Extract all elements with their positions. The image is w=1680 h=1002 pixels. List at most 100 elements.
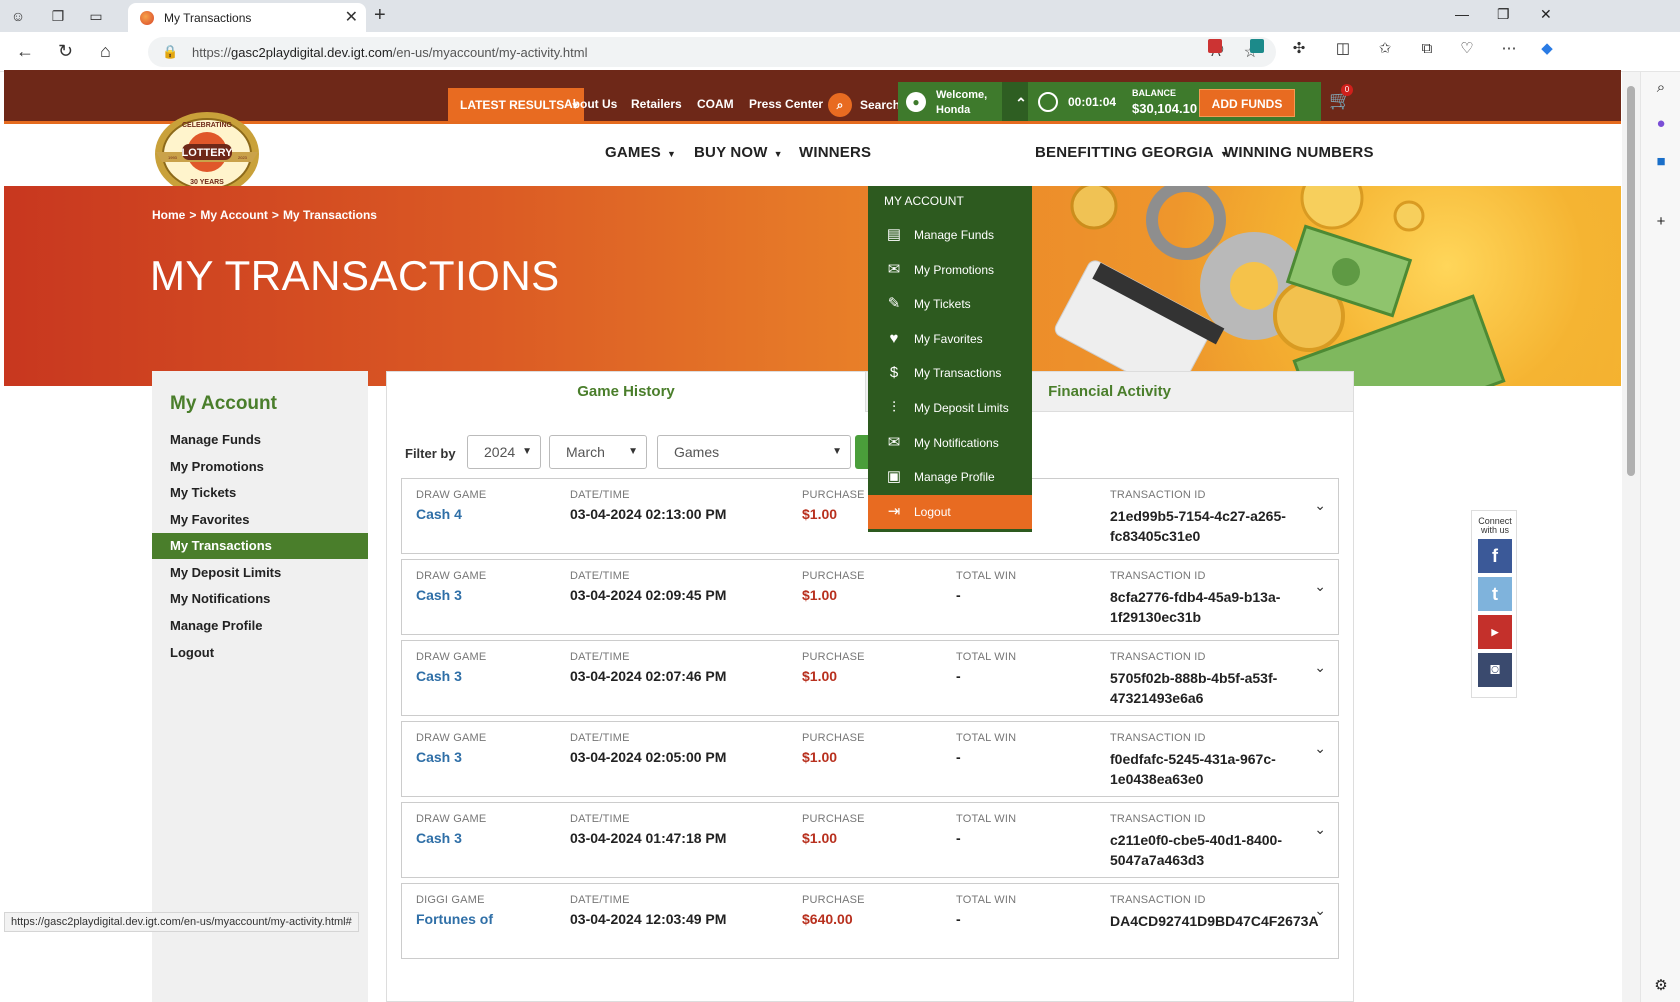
search-icon[interactable]: ⌕	[1651, 78, 1671, 98]
instagram-icon[interactable]: ◙	[1478, 653, 1512, 687]
chevron-down-icon[interactable]: ⌄	[1314, 578, 1326, 595]
sidebar-item-manage-funds[interactable]: Manage Funds	[152, 427, 368, 453]
new-tab-icon[interactable]: +	[374, 4, 386, 27]
extension-teal-icon[interactable]	[1246, 38, 1268, 60]
game-name-link[interactable]: Cash 4	[416, 506, 462, 522]
sidebar-item-my-notifications[interactable]: My Notifications	[152, 586, 368, 612]
date-label: DATE/TIME	[570, 813, 630, 825]
account-menu-header: MY ACCOUNT	[884, 194, 964, 208]
about-us-link[interactable]: About Us	[564, 97, 617, 111]
transaction-row[interactable]: DRAW GAME Cash 3 DATE/TIME 03-04-2024 02:09…	[401, 559, 1339, 635]
back-arrow-icon[interactable]: ←	[16, 41, 34, 62]
cart-icon[interactable]: 🛒 0	[1329, 84, 1353, 111]
coam-link[interactable]: COAM	[697, 97, 734, 111]
chevron-down-icon[interactable]: ⌄	[1314, 740, 1326, 757]
tab-actions-icon[interactable]: ▭	[86, 6, 106, 26]
outlook-icon[interactable]: ■	[1651, 152, 1671, 172]
browser-tab-active[interactable]: My Transactions ✕	[128, 3, 366, 32]
minimize-icon[interactable]: —	[1455, 6, 1469, 22]
workspaces-icon[interactable]: ❐	[48, 6, 68, 26]
caret-down-icon: ▼	[667, 149, 677, 159]
account-menu-item-my-tickets[interactable]: ✎ My Tickets	[868, 287, 1032, 321]
page-scrollbar[interactable]	[1622, 72, 1640, 1002]
split-screen-icon[interactable]: ◫	[1332, 38, 1354, 60]
nav-benefitting-georgia[interactable]: BENEFITTING GEORGIA ▼	[1035, 144, 1229, 161]
extension-red-icon[interactable]	[1204, 38, 1226, 60]
account-menu-item-manage-profile[interactable]: ▣ Manage Profile	[868, 460, 1032, 494]
game-name-link[interactable]: Cash 3	[416, 668, 462, 684]
account-menu-item-my-notifications[interactable]: ✉ My Notifications	[868, 426, 1032, 460]
nav-winners[interactable]: WINNERS	[799, 144, 871, 161]
chevron-down-icon[interactable]: ⌄	[1314, 821, 1326, 838]
money-gears-illustration	[1054, 186, 1506, 386]
more-menu-icon[interactable]: ⋯	[1498, 38, 1520, 60]
svg-text:30 YEARS: 30 YEARS	[190, 179, 224, 186]
sidebar-item-my-promotions[interactable]: My Promotions	[152, 454, 368, 480]
facebook-icon[interactable]: f	[1478, 539, 1512, 573]
sidebar-item-my-favorites[interactable]: My Favorites	[152, 507, 368, 533]
game-name-link[interactable]: Fortunes of	[416, 911, 493, 927]
nav-winning-numbers[interactable]: WINNING NUMBERS	[1224, 144, 1374, 161]
transaction-row[interactable]: DRAW GAME Cash 3 DATE/TIME 03-04-2024 02:05…	[401, 721, 1339, 797]
refresh-icon[interactable]: ↻	[58, 41, 73, 62]
search-button[interactable]: ⌕ Search	[828, 90, 900, 120]
georgia-lottery-logo[interactable]: LOTTERY CELEBRATING 30 YEARS 1993 2023	[154, 110, 260, 198]
total-win-value: -	[956, 668, 961, 684]
account-menu-item-logout[interactable]: ⇥ Logout	[868, 494, 1032, 529]
envelope-icon: ✉	[887, 433, 901, 451]
lottery-site: LATEST RESULTS ▼ About Us Retailers COAM …	[4, 70, 1621, 1002]
breadcrumb-my-account[interactable]: My Account	[200, 208, 268, 222]
restore-icon[interactable]: ❐	[1497, 6, 1510, 23]
collections-icon[interactable]: ⧉	[1416, 38, 1438, 60]
chevron-down-icon[interactable]: ⌄	[1314, 659, 1326, 676]
chevron-down-icon[interactable]: ⌄	[1314, 497, 1326, 514]
settings-gear-icon[interactable]: ⚙	[1651, 976, 1671, 996]
game-name-link[interactable]: Cash 3	[416, 830, 462, 846]
account-menu-item-my-promotions[interactable]: ✉ My Promotions	[868, 253, 1032, 287]
close-window-icon[interactable]: ✕	[1540, 6, 1552, 23]
copilot-icon[interactable]: ◆	[1536, 38, 1558, 60]
sidebar-item-my-deposit-limits[interactable]: My Deposit Limits	[152, 560, 368, 586]
copilot-sidebar-icon[interactable]: ●	[1651, 114, 1671, 134]
sidebar-item-my-tickets[interactable]: My Tickets	[152, 480, 368, 506]
welcome-account-toggle[interactable]: ● Welcome, Honda ⌃	[898, 82, 1040, 124]
transaction-row[interactable]: DRAW GAME Cash 3 DATE/TIME 03-04-2024 02:07…	[401, 640, 1339, 716]
breadcrumb-home[interactable]: Home	[152, 208, 185, 222]
lock-icon[interactable]: 🔒	[162, 44, 178, 60]
chevron-down-icon[interactable]: ⌄	[1314, 902, 1326, 919]
transaction-id: 8cfa2776-fdb4-45a9-b13a-1f29130ec31b	[1110, 589, 1281, 625]
home-icon[interactable]: ⌂	[100, 41, 111, 62]
youtube-icon[interactable]: ▶	[1478, 615, 1512, 649]
year-select[interactable]: 2024 ▼	[467, 435, 541, 469]
sidebar-item-manage-profile[interactable]: Manage Profile	[152, 613, 368, 639]
close-tab-icon[interactable]: ✕	[345, 7, 358, 27]
nav-buy-now[interactable]: BUY NOW ▼	[694, 144, 783, 161]
game-type-select[interactable]: Games ▼	[657, 435, 851, 469]
tab-game-history[interactable]: Game History	[387, 372, 865, 412]
account-menu-item-my-favorites[interactable]: ♥ My Favorites	[868, 322, 1032, 356]
add-funds-button[interactable]: ADD FUNDS	[1199, 89, 1295, 117]
month-select[interactable]: March ▼	[549, 435, 647, 469]
account-menu-item-my-transactions[interactable]: $ My Transactions	[868, 356, 1032, 390]
press-center-link[interactable]: Press Center	[749, 97, 823, 111]
url-text[interactable]: https://gasc2playdigital.dev.igt.com/en-…	[192, 45, 587, 60]
add-sidebar-icon[interactable]: +	[1651, 212, 1671, 232]
account-menu-item-my-deposit-limits[interactable]: ⫶ My Deposit Limits	[868, 391, 1032, 425]
sidebar-item-logout[interactable]: Logout	[152, 640, 368, 666]
game-name-link[interactable]: Cash 3	[416, 749, 462, 765]
date-label: DATE/TIME	[570, 489, 630, 501]
address-bar[interactable]: 🔒 https://gasc2playdigital.dev.igt.com/e…	[148, 37, 1276, 67]
nav-games[interactable]: GAMES ▼	[605, 144, 676, 161]
browser-essentials-icon[interactable]: ♡	[1456, 38, 1478, 60]
account-menu-item-manage-funds[interactable]: ▤ Manage Funds	[868, 218, 1032, 252]
transaction-row[interactable]: DRAW GAME Cash 3 DATE/TIME 03-04-2024 01:47…	[401, 802, 1339, 878]
transaction-row[interactable]: DIGGI GAME Fortunes of DATE/TIME 03-04-2024…	[401, 883, 1339, 959]
extensions-puzzle-icon[interactable]: ✣	[1288, 38, 1310, 60]
scrollbar-thumb[interactable]	[1627, 86, 1635, 476]
twitter-icon[interactable]: t	[1478, 577, 1512, 611]
favorites-icon[interactable]: ✩	[1374, 38, 1396, 60]
profile-avatar-icon[interactable]: ☺	[8, 6, 28, 26]
sidebar-item-my-transactions[interactable]: My Transactions	[152, 533, 368, 559]
game-name-link[interactable]: Cash 3	[416, 587, 462, 603]
retailers-link[interactable]: Retailers	[631, 97, 682, 111]
